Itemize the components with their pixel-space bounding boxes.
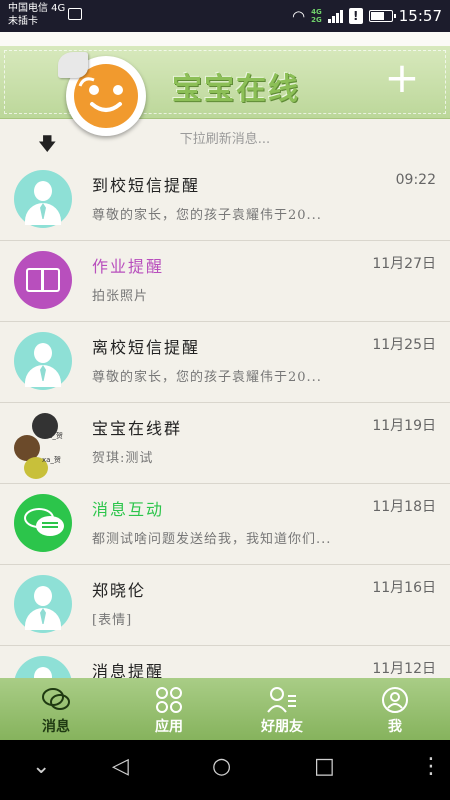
list-item[interactable]: 郑晓伦 11月16日 [表情]: [0, 565, 450, 646]
person-avatar-icon: [14, 170, 72, 228]
home-icon[interactable]: ○: [212, 754, 231, 779]
conversation-list: 到校短信提醒 09:22 尊敬的家长，您的孩子袁耀伟于20... 作业提醒 11…: [0, 160, 450, 678]
clock: 15:57: [398, 7, 442, 25]
tab-label: 我: [388, 719, 402, 735]
more-icon[interactable]: ⋮: [420, 754, 442, 779]
conversation-name: 离校短信提醒: [92, 338, 201, 357]
battery-icon: [368, 10, 396, 22]
conversation-preview: 拍张照片: [92, 289, 149, 304]
list-item[interactable]: 作业提醒 11月27日 拍张照片: [0, 241, 450, 322]
recent-apps-icon[interactable]: □: [314, 754, 335, 779]
conversation-time: 09:22: [395, 172, 436, 188]
status-icons: ◠ 4G 2G ! 15:57: [292, 6, 442, 26]
sticker-peel: [58, 52, 88, 78]
tab-messages[interactable]: 消息: [0, 678, 112, 740]
group-member-label: xa_贺: [42, 456, 61, 464]
group-avatar-icon: xa_贺 xa_贺: [14, 413, 72, 479]
list-item[interactable]: xa_贺 xa_贺 宝宝在线群 11月19日 贺琪:测试: [0, 403, 450, 484]
sim-label: 未插卡: [8, 16, 38, 27]
signal-icon: [327, 9, 343, 23]
wifi-icon: ◠: [292, 7, 306, 25]
book-avatar-icon: [14, 251, 72, 309]
carrier-info: 中国电信 4G 未插卡: [8, 2, 65, 28]
hide-nav-icon[interactable]: ⌄: [32, 754, 50, 779]
tab-label: 应用: [155, 719, 183, 735]
page-title: 宝宝在线: [172, 72, 300, 107]
conversation-name: 到校短信提醒: [92, 176, 201, 195]
person-avatar-icon: [14, 575, 72, 633]
conversation-time: 11月19日: [372, 418, 436, 434]
list-item[interactable]: 消息提醒 11月12日: [0, 646, 450, 678]
sim-alert-icon: !: [348, 8, 363, 24]
conversation-preview: 都测试啥问题发送给我，我知道你们...: [92, 532, 332, 547]
list-item[interactable]: 离校短信提醒 11月25日 尊敬的家长，您的孩子袁耀伟于20...: [0, 322, 450, 403]
conversation-name: 宝宝在线群: [92, 419, 183, 438]
conversation-name: 作业提醒: [92, 257, 165, 276]
image-notification-icon: [68, 8, 82, 20]
friends-icon: [267, 686, 297, 714]
group-member-label: xa_贺: [44, 432, 63, 440]
conversation-name: 消息提醒: [92, 662, 165, 678]
tab-label: 消息: [42, 719, 70, 735]
list-item[interactable]: 到校短信提醒 09:22 尊敬的家长，您的孩子袁耀伟于20...: [0, 160, 450, 241]
chat-icon: [41, 686, 71, 714]
conversation-time: 11月12日: [372, 661, 436, 677]
tab-me[interactable]: 我: [339, 678, 450, 740]
system-nav-bar: ⌄ ◁ ○ □ ⋮: [0, 740, 450, 800]
conversation-time: 11月18日: [372, 499, 436, 515]
conversation-preview: 尊敬的家长，您的孩子袁耀伟于20...: [92, 208, 322, 223]
profile-icon: [380, 686, 410, 714]
header-gap: [0, 32, 450, 46]
tab-friends[interactable]: 好朋友: [226, 678, 338, 740]
conversation-time: 11月25日: [372, 337, 436, 353]
person-avatar-icon: [14, 656, 72, 678]
add-button[interactable]: +: [380, 56, 424, 100]
conversation-time: 11月27日: [372, 256, 436, 272]
list-item[interactable]: 消息互动 11月18日 都测试啥问题发送给我，我知道你们...: [0, 484, 450, 565]
back-icon[interactable]: ◁: [112, 754, 129, 779]
conversation-preview: [表情]: [92, 613, 133, 628]
status-bar: 中国电信 4G 未插卡 ◠ 4G 2G ! 15:57: [0, 0, 450, 32]
tab-label: 好朋友: [261, 719, 303, 735]
network-type-icon: 4G 2G: [311, 8, 322, 24]
app-header: 宝宝在线 +: [0, 46, 450, 136]
app-logo: [58, 52, 146, 136]
chat-bubbles-avatar-icon: [14, 494, 72, 552]
conversation-name: 郑晓伦: [92, 581, 147, 600]
pull-refresh-text: 下拉刷新消息...: [179, 132, 271, 147]
bottom-tab-bar: 消息 应用 好朋友 我: [0, 678, 450, 740]
conversation-preview: 贺琪:测试: [92, 451, 154, 466]
conversation-time: 11月16日: [372, 580, 436, 596]
tab-apps[interactable]: 应用: [113, 678, 225, 740]
conversation-preview: 尊敬的家长，您的孩子袁耀伟于20...: [92, 370, 322, 385]
pull-refresh-hint: 🡇 下拉刷新消息...: [0, 124, 450, 155]
conversation-name: 消息互动: [92, 500, 165, 519]
apps-icon: [154, 686, 184, 714]
carrier-label: 中国电信 4G: [8, 3, 66, 14]
person-avatar-icon: [14, 332, 72, 390]
